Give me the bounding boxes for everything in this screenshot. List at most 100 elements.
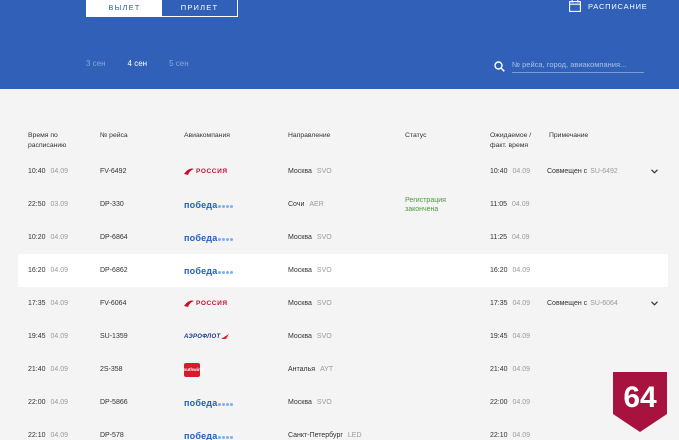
- flight-number-cell: DP-330: [100, 188, 124, 221]
- airline-cell: РОССИЯ: [184, 287, 228, 320]
- airport-code: AYT: [320, 366, 334, 373]
- direction-cell: Москва SVO: [288, 221, 332, 254]
- note-cell: [547, 353, 550, 386]
- age-rating-badge: 64: [613, 372, 667, 432]
- expected-time-cell: 22:10 04.09: [490, 419, 530, 440]
- col-header-flight: № рейса: [100, 132, 128, 139]
- expected-date: 04.09: [512, 366, 531, 373]
- flight-number: DP-330: [100, 201, 124, 208]
- expected-date: 04.09: [512, 168, 531, 175]
- rossiya-wing-icon: [184, 300, 194, 307]
- search-input[interactable]: [512, 59, 644, 73]
- date-next[interactable]: 5 сен: [169, 59, 189, 68]
- direction-cell: Анталья AYT: [288, 353, 333, 386]
- table-row[interactable]: 10:20 04.09 DP-6864 победа Москва SVO 11:25 04.…: [18, 221, 668, 254]
- expected-date: 04.09: [512, 432, 531, 439]
- table-row[interactable]: 22:00 04.09 DP-5866 победа Москва SVO 22:00 04.…: [18, 386, 668, 419]
- date-prev[interactable]: 3 сен: [86, 59, 106, 68]
- note-cell: [547, 221, 550, 254]
- scheduled-date: 04.09: [50, 432, 69, 439]
- scheduled-date: 04.09: [50, 168, 69, 175]
- airport-code: SVO: [316, 267, 332, 274]
- logo-dots-icon: [218, 435, 234, 439]
- table-row[interactable]: 17:35 04.09 FV-6064 РОССИЯ Москва SVO 17:35 04.…: [18, 287, 668, 320]
- expected-time: 11:05: [490, 201, 507, 208]
- scheduled-time-cell: 10:40 04.09: [28, 155, 68, 188]
- col-header-note: Примечание: [549, 132, 589, 139]
- airline-cell: АЭРОФЛОТ: [184, 320, 230, 353]
- note-cell: Совмещен с SU-6064: [547, 287, 618, 320]
- direction-city: Москва: [288, 333, 312, 340]
- airport-code: LED: [347, 432, 362, 439]
- tab-departure[interactable]: ВЫЛЕТ: [87, 0, 162, 16]
- airport-code: SVO: [316, 168, 332, 175]
- rossiya-logo: РОССИЯ: [184, 300, 228, 308]
- table-row[interactable]: 10:40 04.09 FV-6492 РОССИЯ Москва SVO 10:40 04.…: [18, 155, 668, 188]
- flight-number-cell: FV-6492: [100, 155, 126, 188]
- pobeda-logo: победа: [184, 266, 234, 276]
- expected-time-cell: 19:45 04.09: [490, 320, 530, 353]
- col-header-time: Время по расписанию: [28, 132, 67, 149]
- table-row[interactable]: 21:40 04.09 2S-358 Southwind Анталья AYT 21:40…: [18, 353, 668, 386]
- logo-dots-icon: [218, 237, 234, 241]
- expand-row-button[interactable]: [651, 287, 658, 320]
- status-cell: [405, 221, 475, 254]
- status-cell: [405, 320, 475, 353]
- table-row[interactable]: 22:10 04.09 DP-578 победа Санкт-Петербург LED…: [18, 419, 668, 440]
- flight-number: SU-1359: [100, 333, 128, 340]
- scheduled-date: 04.09: [50, 366, 69, 373]
- airline-cell: победа: [184, 254, 234, 287]
- note-text: Совмещен с: [547, 300, 588, 307]
- col-header-status: Статус: [405, 132, 427, 139]
- date-current[interactable]: 4 сен: [128, 59, 148, 68]
- direction-city: Сочи: [288, 201, 305, 208]
- scheduled-time-cell: 22:50 03.09: [28, 188, 68, 221]
- scheduled-time: 21:40: [28, 366, 46, 373]
- status-cell: [405, 155, 475, 188]
- direction-cell: Москва SVO: [288, 320, 332, 353]
- airport-code: SVO: [316, 399, 332, 406]
- table-row[interactable]: 16:20 04.09 DP-6862 победа Москва SVO 16:20 04.…: [18, 254, 668, 287]
- search-icon[interactable]: [494, 60, 505, 72]
- expected-date: 04.09: [512, 399, 531, 406]
- expand-row-button[interactable]: [651, 155, 658, 188]
- table-row[interactable]: 22:50 03.09 DP-330 победа Сочи AER Регистрация…: [18, 188, 668, 221]
- direction-cell: Москва SVO: [288, 287, 332, 320]
- direction-city: Санкт-Петербург: [288, 432, 343, 439]
- schedule-label: РАСПИСАНИЕ: [588, 1, 648, 11]
- scheduled-time: 16:20: [28, 267, 46, 274]
- expected-date: 04.09: [512, 300, 531, 307]
- direction-city: Анталья: [288, 366, 316, 373]
- direction-city: Москва: [288, 234, 312, 241]
- flight-number: DP-5866: [100, 399, 128, 406]
- flight-number: FV-6064: [100, 300, 127, 307]
- direction-cell: Санкт-Петербург LED: [288, 419, 362, 440]
- note-text: Совмещен с: [547, 168, 588, 175]
- airline-cell: Southwind: [181, 353, 204, 386]
- note-cell: [547, 188, 550, 221]
- scheduled-time: 10:20: [28, 234, 46, 241]
- expected-time: 22:00: [490, 399, 508, 406]
- flight-number: 2S-358: [100, 366, 123, 373]
- table-row[interactable]: 19:45 04.09 SU-1359 АЭРОФЛОТ Москва SVO 19:45 0…: [18, 320, 668, 353]
- flight-number: DP-6864: [100, 234, 128, 241]
- logo-dots-icon: [218, 204, 234, 208]
- tab-arrival[interactable]: ПРИЛЕТ: [162, 0, 237, 16]
- scheduled-time-cell: 16:20 04.09: [28, 254, 68, 287]
- pobeda-logo: победа: [184, 200, 234, 210]
- scheduled-date: 04.09: [50, 333, 69, 340]
- expected-time: 11:25: [490, 234, 507, 241]
- scheduled-time: 19:45: [28, 333, 46, 340]
- direction-city: Москва: [288, 300, 312, 307]
- schedule-link[interactable]: РАСПИСАНИЕ: [569, 0, 648, 12]
- note-cell: [547, 320, 550, 353]
- scheduled-time-cell: 17:35 04.09: [28, 287, 68, 320]
- direction-cell: Москва SVO: [288, 254, 332, 287]
- date-selector: 3 сен 4 сен 5 сен: [86, 59, 189, 68]
- airline-cell: победа: [184, 386, 234, 419]
- expected-time: 17:35: [490, 300, 508, 307]
- status-cell: [405, 254, 475, 287]
- expected-time-cell: 10:40 04.09: [490, 155, 530, 188]
- flight-number-cell: DP-578: [100, 419, 124, 440]
- calendar-icon: [569, 0, 581, 12]
